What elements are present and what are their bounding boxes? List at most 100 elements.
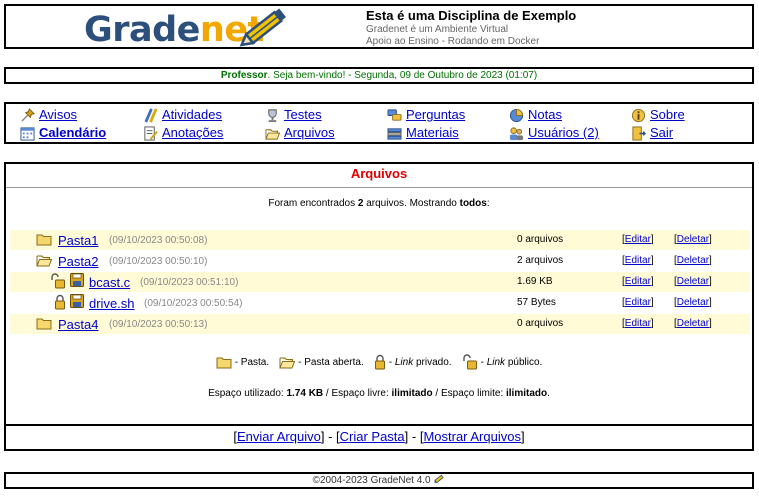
delete-link[interactable]: Deletar — [677, 255, 709, 266]
open-folder-icon — [36, 253, 52, 267]
files-panel: Arquivos Foram encontrados 2 arquivos. M… — [4, 162, 754, 451]
delete-link[interactable]: Deletar — [677, 297, 709, 308]
count-mode: todos — [459, 198, 487, 209]
menu-label-testes: Testes — [284, 107, 322, 122]
open-folder-icon — [279, 355, 295, 369]
menu-item-arquivos[interactable]: Arquivos — [265, 125, 335, 141]
menu-label-perguntas: Perguntas — [406, 107, 466, 122]
create-folder-link[interactable]: Criar Pasta — [340, 429, 405, 444]
menu-item-calendario[interactable]: Calendário — [20, 125, 106, 141]
menu-label-avisos: Avisos — [39, 107, 78, 122]
menu-item-sobre[interactable]: Sobre — [631, 107, 685, 123]
menu-item-sair[interactable]: Sair — [631, 125, 673, 141]
menu-item-materiais[interactable]: Materiais — [387, 125, 459, 141]
lock-closed-icon — [374, 354, 386, 370]
course-subtitle-1: Gradenet é um Ambiente Virtual — [366, 24, 509, 35]
item-date: (09/10/2023 00:50:10) — [109, 256, 208, 267]
lock-open-icon — [462, 354, 478, 370]
course-title: Esta é uma Disciplina de Exemplo — [366, 8, 577, 23]
menu-item-anotacoes[interactable]: Anotações — [143, 125, 223, 141]
main-menu: Avisos Atividades Testes Perguntas Notas… — [4, 102, 754, 144]
legend-folder-text: - Pasta. — [234, 356, 270, 368]
edit-link[interactable]: Editar — [625, 255, 651, 266]
delete-link[interactable]: Deletar — [677, 234, 709, 245]
free-value: ilimitado — [391, 388, 433, 399]
logo-grade-text: Grade — [84, 10, 200, 50]
pin-icon — [21, 107, 35, 122]
legend-public: - Link público. — [462, 354, 543, 370]
folder-link[interactable]: Pasta4 — [58, 317, 98, 332]
limit-value: ilimitado — [506, 388, 548, 399]
menu-item-usuarios[interactable]: Usuários (2) — [509, 125, 599, 141]
pencils-icon — [144, 107, 158, 123]
title-divider — [6, 187, 752, 188]
menu-label-atividades: Atividades — [162, 107, 222, 122]
menu-label-usuarios: Usuários (2) — [528, 125, 599, 140]
item-date: (09/10/2023 00:50:13) — [109, 319, 208, 330]
folder-icon — [36, 232, 52, 246]
edit-link[interactable]: Editar — [625, 276, 651, 287]
file-link[interactable]: drive.sh — [89, 296, 135, 311]
pie-chart-icon — [509, 108, 524, 122]
menu-label-sobre: Sobre — [650, 107, 685, 122]
free-label: / Espaço livre: — [323, 388, 392, 399]
books-icon — [387, 127, 402, 140]
used-label: Espaço utilizado: — [208, 388, 287, 399]
limit-label: / Espaço limite: — [432, 388, 506, 399]
edit-link[interactable]: Editar — [625, 297, 651, 308]
exit-door-icon — [632, 125, 646, 141]
menu-item-testes[interactable]: Testes — [265, 107, 322, 123]
show-files-link[interactable]: Mostrar Arquivos — [423, 429, 521, 444]
menu-item-notas[interactable]: Notas — [509, 107, 562, 123]
gradenet-logo[interactable]: Gradenet — [84, 6, 294, 50]
notepad-icon — [144, 125, 158, 141]
menu-label-anotacoes: Anotações — [162, 125, 224, 140]
menu-label-calendario: Calendário — [39, 125, 107, 140]
legend-folder-open-text: - Pasta aberta. — [298, 356, 364, 368]
lock-closed-icon[interactable] — [54, 294, 66, 310]
legend-private-text: - Link privado. — [388, 356, 452, 368]
delete-link[interactable]: Deletar — [677, 276, 709, 287]
menu-label-notas: Notas — [528, 107, 562, 122]
item-date: (09/10/2023 00:50:54) — [144, 298, 243, 309]
calendar-icon — [20, 126, 35, 141]
legend-public-text: - Link público. — [480, 356, 543, 368]
upload-file-link[interactable]: Enviar Arquivo — [237, 429, 321, 444]
lock-open-icon[interactable] — [50, 273, 66, 289]
welcome-message: . Seja bem-vindo! - Segunda, 09 de Outub… — [267, 70, 538, 81]
folder-link[interactable]: Pasta2 — [58, 254, 98, 269]
menu-label-arquivos: Arquivos — [284, 125, 335, 140]
files-count-text: Foram encontrados 2 arquivos. Mostrando … — [6, 198, 752, 209]
legend-folder: - Pasta. — [216, 355, 269, 369]
menu-label-materiais: Materiais — [406, 125, 459, 140]
legend-folder-open: - Pasta aberta. — [279, 355, 364, 369]
file-row: drive.sh (09/10/2023 00:50:54) 57 Bytes … — [10, 293, 750, 313]
folder-link[interactable]: Pasta1 — [58, 233, 98, 248]
item-date: (09/10/2023 00:50:08) — [109, 235, 208, 246]
count-suffix: : — [486, 198, 490, 209]
menu-item-perguntas[interactable]: Perguntas — [387, 107, 465, 123]
edit-link[interactable]: Editar — [625, 318, 651, 329]
item-size: 2 arquivos — [517, 255, 564, 266]
welcome-bar: Professor. Seja bem-vindo! - Segunda, 09… — [4, 67, 754, 84]
item-size: 1.69 KB — [517, 276, 553, 287]
folder-icon — [216, 355, 232, 369]
count-prefix: Foram encontrados — [268, 198, 358, 209]
copyright-text: ©2004-2023 GradeNet 4.0 — [312, 475, 431, 486]
legend-private: - Link privado. — [374, 354, 452, 370]
menu-item-atividades[interactable]: Atividades — [143, 107, 222, 123]
menu-label-sair: Sair — [650, 125, 674, 140]
menu-item-avisos[interactable]: Avisos — [20, 107, 77, 123]
trophy-icon — [268, 108, 277, 122]
file-actions-bar: [Enviar Arquivo] - [Criar Pasta] - [Most… — [6, 424, 752, 449]
item-size: 0 arquivos — [517, 318, 564, 329]
speech-bubbles-icon — [387, 108, 402, 121]
edit-link[interactable]: Editar — [625, 234, 651, 245]
file-row: Pasta1 (09/10/2023 00:50:08) 0 arquivos … — [10, 230, 750, 250]
file-link[interactable]: bcast.c — [89, 275, 130, 290]
file-row: bcast.c (09/10/2023 00:51:10) 1.69 KB [E… — [10, 272, 750, 292]
pencil-icon — [239, 8, 286, 47]
floppy-disk-icon — [70, 273, 84, 287]
delete-link[interactable]: Deletar — [677, 318, 709, 329]
open-folder-icon — [265, 126, 280, 141]
